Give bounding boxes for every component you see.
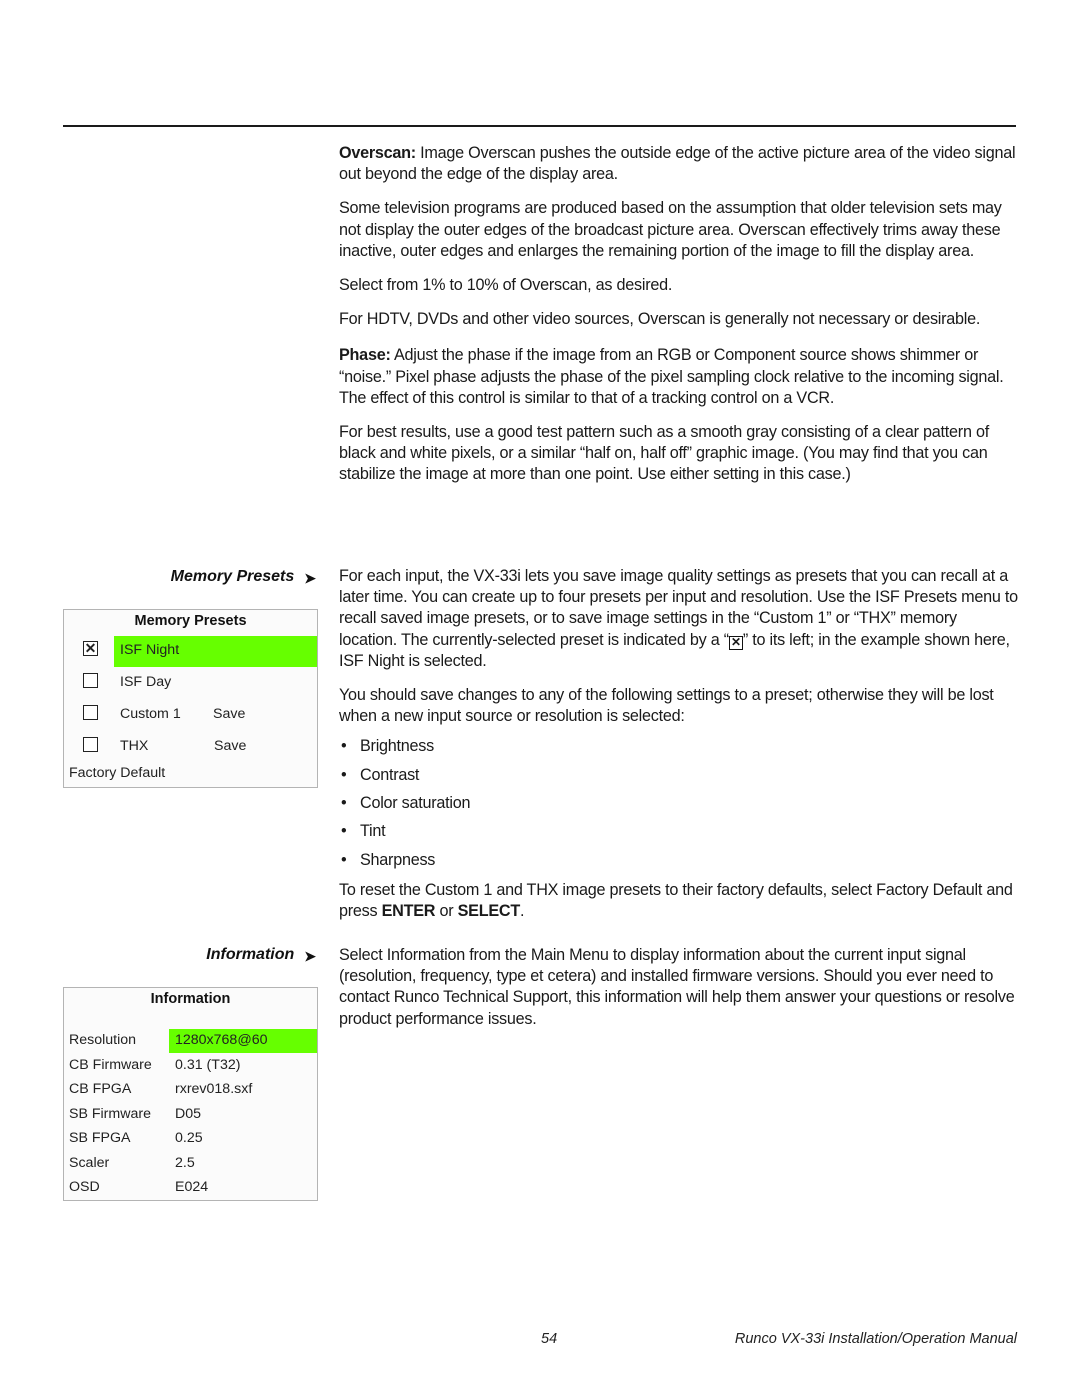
info-row: Resolution 1280x768@60 [64, 1030, 317, 1056]
phase-paragraph-2: For best results, use a good test patter… [339, 423, 989, 484]
bullet-item: Contrast [339, 761, 1019, 790]
info-value: 0.31 (T32) [175, 1056, 241, 1073]
arrow-right-icon: ➤ [304, 948, 316, 964]
overscan-text-1: Image Overscan pushes the outside edge o… [339, 144, 1016, 184]
select-key-label: SELECT [457, 902, 521, 921]
memory-presets-paragraph-2: You should save changes to any of the fo… [339, 686, 994, 726]
info-value: D05 [175, 1105, 202, 1122]
information-menu-title: Information [150, 991, 231, 1007]
info-row: SB Firmware D05 [64, 1104, 317, 1130]
overscan-section: Overscan: Image Overscan pushes the outs… [339, 143, 1019, 486]
preset-label: ISF Night [120, 642, 180, 658]
information-heading: Information ➤ [206, 946, 316, 965]
arrow-right-icon: ➤ [304, 570, 316, 586]
enter-key-label: ENTER [381, 902, 436, 921]
save-custom-1-button[interactable]: Save [213, 706, 245, 722]
checkbox-icon[interactable] [83, 673, 98, 688]
information-heading-text: Information [206, 946, 295, 963]
overscan-paragraph-3: Select from 1% to 10% of Overscan, as de… [339, 276, 673, 295]
overscan-paragraph-1: Overscan: Image Overscan pushes the outs… [339, 143, 1019, 185]
checkbox-checked-icon[interactable]: ✕ [83, 641, 98, 656]
reset-text-or: or [435, 902, 458, 921]
info-label: CB Firmware [69, 1056, 152, 1073]
bullet-item: Color saturation [339, 789, 1019, 818]
reset-text-end: . [519, 902, 525, 921]
factory-default-item[interactable]: Factory Default [69, 765, 165, 781]
info-label: Scaler [69, 1154, 110, 1171]
overscan-paragraph-4: For HDTV, DVDs and other video sources, … [339, 310, 981, 329]
phase-lead: Phase: [339, 346, 391, 365]
preset-label: THX [120, 738, 149, 754]
bullet-item: Tint [339, 817, 1019, 846]
phase-paragraph-1: Phase: Adjust the phase if the image fro… [339, 345, 1019, 409]
preset-label: Custom 1 [120, 706, 181, 722]
info-row: OSD E024 [64, 1177, 317, 1203]
page-number: 54 [541, 1331, 558, 1347]
memory-presets-heading: Memory Presets ➤ [171, 568, 316, 587]
preset-row-thx[interactable]: THX Save [64, 733, 317, 759]
memory-presets-menu-title: Memory Presets [134, 613, 247, 629]
memory-presets-section: For each input, the VX-33i lets you save… [339, 566, 1019, 922]
info-label: SB Firmware [69, 1105, 151, 1122]
bullet-item: Sharpness [339, 846, 1019, 875]
overscan-lead: Overscan: [339, 144, 416, 162]
info-row: SB FPGA 0.25 [64, 1128, 317, 1154]
save-thx-button[interactable]: Save [214, 738, 246, 754]
checkbox-icon[interactable] [83, 705, 98, 720]
preset-row-isf-day[interactable]: ISF Day [64, 669, 317, 695]
checked-box-icon: ✕ [728, 635, 743, 650]
bullet-item: Brightness [339, 732, 1019, 761]
memory-presets-paragraph-3: To reset the Custom 1 and THX image pres… [339, 880, 1019, 922]
settings-bullet-list: Brightness Contrast Color saturation Tin… [339, 732, 1019, 875]
preset-row-custom-1[interactable]: Custom 1 Save [64, 701, 317, 727]
info-value: E024 [175, 1179, 209, 1195]
information-paragraph: Select Information from the Main Menu to… [339, 946, 1015, 1028]
phase-text-1: Adjust the phase if the image from an RG… [339, 346, 1004, 407]
info-value: 2.5 [175, 1154, 195, 1171]
memory-presets-heading-text: Memory Presets [170, 568, 295, 585]
information-menu: Information Resolution 1280x768@60 CB Fi… [63, 987, 318, 1201]
info-value: 1280x768@60 [175, 1032, 268, 1048]
overscan-paragraph-2: Some television programs are produced ba… [339, 199, 1002, 260]
checkbox-icon[interactable] [83, 737, 98, 752]
memory-presets-paragraph-1: For each input, the VX-33i lets you save… [339, 566, 1019, 672]
info-row: CB Firmware 0.31 (T32) [64, 1055, 317, 1081]
header-rule [63, 125, 1016, 127]
info-label: SB FPGA [69, 1130, 131, 1146]
preset-row-isf-night[interactable]: ✕ ISF Night [64, 636, 317, 667]
info-value: 0.25 [175, 1130, 203, 1146]
info-label: OSD [69, 1179, 100, 1195]
information-section: Select Information from the Main Menu to… [339, 945, 1019, 1030]
preset-label: ISF Day [120, 674, 172, 690]
manual-title: Runco VX-33i Installation/Operation Manu… [734, 1331, 1017, 1347]
memory-presets-menu: Memory Presets ✕ ISF Night ISF Day Custo… [63, 609, 318, 788]
info-row: CB FPGA rxrev018.sxf [64, 1079, 317, 1105]
info-label: Resolution [69, 1032, 137, 1048]
info-label: CB FPGA [69, 1081, 132, 1097]
info-row: Scaler 2.5 [64, 1153, 317, 1179]
info-value: rxrev018.sxf [175, 1081, 253, 1097]
